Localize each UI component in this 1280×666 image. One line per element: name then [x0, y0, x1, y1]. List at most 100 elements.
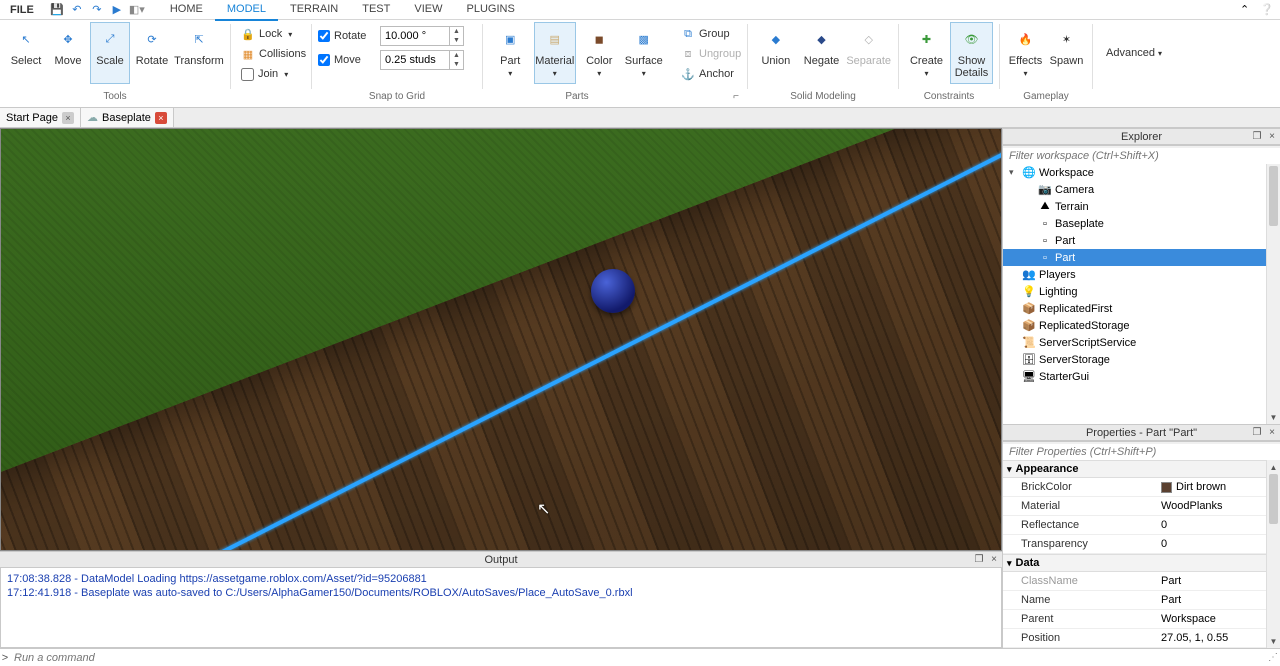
lock-toggle[interactable]: 🔒Lock▾ [237, 24, 310, 44]
union-button[interactable]: ◆Union [754, 22, 798, 84]
surface-button[interactable]: ▩Surface▾ [623, 22, 666, 84]
undock-icon[interactable]: ❐ [1251, 426, 1263, 438]
prop-category[interactable]: ▾Appearance [1003, 460, 1280, 478]
collapse-ribbon-icon[interactable]: ⌃ [1240, 3, 1254, 17]
prop-row[interactable]: Position27.05, 1, 0.55 [1003, 629, 1280, 648]
scale-tool[interactable]: ⤢Scale [90, 22, 130, 84]
tree-row[interactable]: 🗄ServerStorage [1003, 351, 1280, 368]
tree-row[interactable]: 🖥StarterGui [1003, 368, 1280, 385]
tab-terrain[interactable]: TERRAIN [278, 0, 350, 20]
close-icon[interactable]: × [988, 553, 1000, 565]
tree-row[interactable]: 💡Lighting [1003, 283, 1280, 300]
prop-value[interactable]: WoodPlanks [1155, 497, 1280, 515]
expand-icon[interactable]: ▾ [1007, 558, 1012, 569]
scrollbar[interactable]: ▲▼ [1266, 460, 1280, 648]
save-icon[interactable]: 💾 [50, 3, 64, 17]
tab-model[interactable]: MODEL [215, 0, 278, 21]
join-checkbox[interactable] [241, 68, 254, 81]
prop-value[interactable]: 27.05, 1, 0.55 [1155, 629, 1280, 647]
properties-panel[interactable]: ▾AppearanceBrickColorDirt brownMaterialW… [1003, 460, 1280, 648]
join-toggle[interactable]: Join▾ [237, 64, 310, 84]
scrollbar[interactable]: ▲▼ [1266, 164, 1280, 424]
create-constraint-button[interactable]: ✚Create▾ [905, 22, 948, 84]
prop-value[interactable]: Part [1155, 591, 1280, 609]
collisions-toggle[interactable]: ▦Collisions [237, 44, 310, 64]
prop-value[interactable]: 0 [1155, 535, 1280, 553]
undock-icon[interactable]: ❐ [1251, 130, 1263, 142]
close-icon[interactable]: × [1266, 130, 1278, 142]
3d-viewport[interactable]: ↖ [0, 128, 1002, 551]
undo-icon[interactable]: ↶ [70, 3, 84, 17]
rotate-snap-spinner[interactable]: ▲▼ [450, 26, 464, 46]
close-icon[interactable]: × [1266, 426, 1278, 438]
prop-row[interactable]: NamePart [1003, 591, 1280, 610]
play-icon[interactable]: ▶ [110, 3, 124, 17]
tree-row[interactable]: 👥Players [1003, 266, 1280, 283]
rotate-snap-checkbox[interactable] [318, 30, 330, 42]
tab-test[interactable]: TEST [350, 0, 402, 20]
prop-row[interactable]: Reflectance0 [1003, 516, 1280, 535]
expand-icon[interactable]: ▾ [1009, 167, 1019, 178]
rotate-tool[interactable]: ⟳Rotate [132, 22, 172, 84]
move-snap-input[interactable] [380, 50, 450, 70]
prop-row[interactable]: BrickColorDirt brown [1003, 478, 1280, 497]
resize-grip-icon[interactable]: ⋰ [1266, 652, 1280, 663]
file-menu[interactable]: FILE [0, 4, 44, 16]
prop-value[interactable]: Workspace [1155, 610, 1280, 628]
redo-icon[interactable]: ↷ [90, 3, 104, 17]
prop-value[interactable]: Part [1155, 572, 1280, 590]
close-tab-icon[interactable]: × [155, 112, 167, 124]
rotate-snap-input[interactable] [380, 26, 450, 46]
close-tab-icon[interactable]: × [62, 112, 74, 124]
tree-row[interactable]: 📦ReplicatedFirst [1003, 300, 1280, 317]
spawn-button[interactable]: ✶Spawn [1047, 22, 1086, 84]
properties-filter-input[interactable] [1003, 444, 1280, 461]
effects-button[interactable]: 🔥Effects▾ [1006, 22, 1045, 84]
explorer-filter-input[interactable] [1003, 148, 1280, 165]
studio-icon[interactable]: ◧▾ [130, 3, 144, 17]
prop-category[interactable]: ▾ Data [1003, 554, 1280, 572]
separate-button[interactable]: ◇Separate [845, 22, 892, 84]
tree-row[interactable]: ▾🌐Workspace [1003, 164, 1280, 181]
prop-row[interactable]: ParentWorkspace [1003, 610, 1280, 629]
tree-row[interactable]: 📦ReplicatedStorage [1003, 317, 1280, 334]
tree-row[interactable]: ▫Baseplate [1003, 215, 1280, 232]
tree-row[interactable]: ▫Part [1003, 249, 1280, 266]
tab-plugins[interactable]: PLUGINS [455, 0, 527, 20]
negate-button[interactable]: ◆Negate [800, 22, 844, 84]
advanced-button[interactable]: Advanced▾ [1099, 22, 1169, 84]
group-button[interactable]: ⧉Group [677, 24, 745, 44]
move-snap-checkbox[interactable] [318, 54, 330, 66]
prop-key: ClassName [1003, 572, 1155, 590]
prop-row[interactable]: MaterialWoodPlanks [1003, 497, 1280, 516]
command-input[interactable] [10, 652, 1266, 664]
color-button[interactable]: ◼Color▾ [578, 22, 621, 84]
material-button[interactable]: ▤Material▾ [534, 22, 577, 84]
part-button[interactable]: ▣Part▾ [489, 22, 532, 84]
prop-row[interactable]: ClassNamePart [1003, 572, 1280, 591]
move-tool[interactable]: ✥Move [48, 22, 88, 84]
explorer-tree[interactable]: ▾🌐Workspace📷Camera⛰Terrain▫Baseplate▫Par… [1003, 164, 1280, 424]
ungroup-button[interactable]: ⧈Ungroup [677, 44, 745, 64]
anchor-button[interactable]: ⚓Anchor [677, 64, 745, 84]
doctab-baseplate[interactable]: ☁ Baseplate × [81, 108, 174, 127]
transform-tool[interactable]: ⇱Transform [174, 22, 224, 84]
expand-icon[interactable]: ▾ [1007, 464, 1012, 475]
tree-row[interactable]: 📜ServerScriptService [1003, 334, 1280, 351]
tab-view[interactable]: VIEW [402, 0, 454, 20]
help-icon[interactable]: ❔ [1260, 3, 1274, 17]
prop-value[interactable]: Dirt brown [1155, 478, 1280, 496]
select-tool[interactable]: ↖Select [6, 22, 46, 84]
prop-value[interactable]: 0 [1155, 516, 1280, 534]
tree-row[interactable]: ▫Part [1003, 232, 1280, 249]
move-snap-spinner[interactable]: ▲▼ [450, 50, 464, 70]
prop-row[interactable]: Transparency0 [1003, 535, 1280, 554]
tab-home[interactable]: HOME [158, 0, 215, 20]
tree-row[interactable]: ⛰Terrain [1003, 198, 1280, 215]
undock-icon[interactable]: ❐ [973, 553, 985, 565]
category-label: Data [1016, 557, 1040, 569]
show-details-button[interactable]: 👁Show Details [950, 22, 993, 84]
tree-row[interactable]: 📷Camera [1003, 181, 1280, 198]
output-panel[interactable]: 17:08:38.828 - DataModel Loading https:/… [0, 568, 1002, 648]
doctab-startpage[interactable]: Start Page × [0, 108, 81, 127]
